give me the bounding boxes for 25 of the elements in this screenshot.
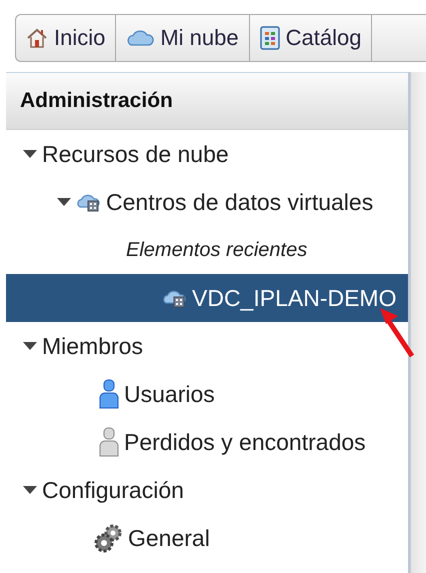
tree-item[interactable]: VDC_IPLAN-DEMO bbox=[6, 274, 408, 322]
panel-title: Administración bbox=[6, 72, 408, 130]
tree-item[interactable]: Centros de datos virtuales bbox=[6, 178, 408, 226]
tree-item[interactable]: Miembros bbox=[6, 322, 408, 370]
user-icon bbox=[98, 379, 120, 409]
tree-item[interactable]: General bbox=[6, 514, 408, 562]
cloud-building-icon bbox=[162, 288, 188, 308]
nav-tab[interactable]: Inicio bbox=[16, 15, 116, 61]
tree-group-heading: Elementos recientes bbox=[125, 238, 308, 262]
catalog-book-icon bbox=[260, 26, 280, 50]
gears-icon bbox=[94, 523, 124, 553]
expanded-caret-icon[interactable] bbox=[22, 149, 38, 159]
nav-tab[interactable]: Catálog bbox=[250, 15, 372, 61]
tree-item[interactable]: Perdidos y encontrados bbox=[6, 418, 408, 466]
tree-item[interactable]: Configuración bbox=[6, 466, 408, 514]
tree-item[interactable]: Usuarios bbox=[6, 370, 408, 418]
cloud-building-icon bbox=[76, 192, 102, 212]
tree-item[interactable]: Recursos de nube bbox=[6, 130, 408, 178]
user-icon bbox=[98, 427, 120, 457]
expanded-caret-icon[interactable] bbox=[56, 197, 72, 207]
expanded-caret-icon[interactable] bbox=[22, 341, 38, 351]
expanded-caret-icon[interactable] bbox=[22, 485, 38, 495]
nav-tab[interactable]: Mi nube bbox=[116, 15, 250, 61]
house-icon bbox=[26, 27, 48, 49]
cloud-icon bbox=[126, 29, 154, 47]
